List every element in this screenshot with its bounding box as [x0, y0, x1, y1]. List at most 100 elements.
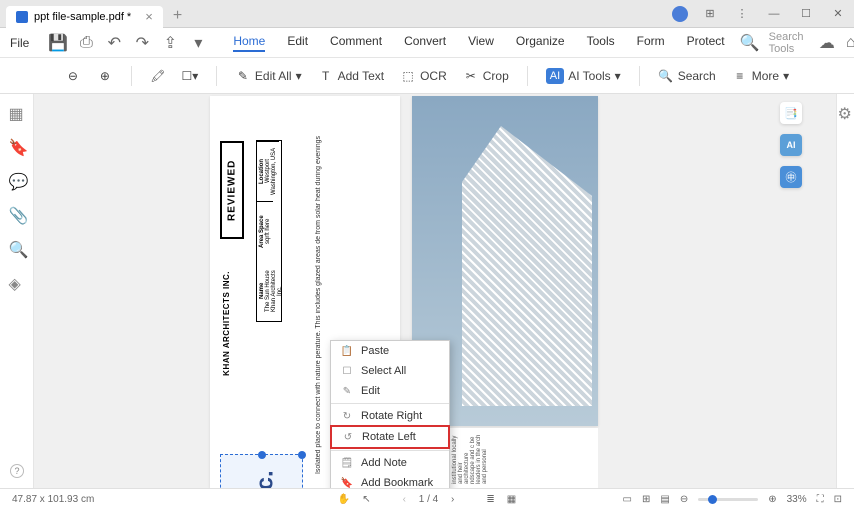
float-ai-button[interactable]: AI [780, 134, 802, 156]
ctx-add-bookmark[interactable]: 🔖Add Bookmark [331, 473, 449, 488]
rotate-handle[interactable] [258, 451, 266, 459]
ctx-edit[interactable]: ✎Edit [331, 381, 449, 401]
shape-button[interactable]: ☐▾ [176, 64, 204, 88]
close-tab-icon[interactable]: × [145, 9, 153, 24]
bookmarks-icon[interactable]: 🔖 [9, 138, 25, 154]
toolbar: ⊖ ⊕ 🖍 ☐▾ ✎Edit All▾ TAdd Text ⬚OCR ✂Crop… [0, 58, 854, 94]
note-icon: 🗒 [341, 457, 353, 469]
fullscreen-icon[interactable]: ⊡ [834, 494, 842, 505]
tab-title: ppt file-sample.pdf * [34, 11, 131, 23]
menu-bar: File 💾 ⎙ ↶ ↷ ⇪ ▾ Home Edit Comment Conve… [0, 28, 854, 58]
attachments-icon[interactable]: 📎 [9, 206, 25, 222]
select-mode-icon[interactable]: ↖ [362, 494, 370, 505]
more-button[interactable]: ≡More▾ [726, 64, 795, 88]
tab-home[interactable]: Home [233, 34, 265, 52]
fit-page-icon[interactable]: ⛶ [817, 494, 824, 505]
zoom-out-button[interactable]: ⊖ [59, 64, 87, 88]
ai-tools-button[interactable]: AIAI Tools▾ [540, 64, 627, 88]
tab-view[interactable]: View [468, 34, 494, 52]
close-window-button[interactable]: ✕ [828, 4, 848, 24]
cursor-mode-icon[interactable]: ✋ [338, 494, 350, 505]
comments-icon[interactable]: 💬 [9, 172, 25, 188]
file-menu[interactable]: File [10, 36, 29, 50]
dropdown-icon[interactable]: ▾ [191, 36, 205, 50]
dimensions-label: 47.87 x 101.93 cm [12, 494, 94, 505]
reviewed-stamp: REVIEWED [220, 141, 244, 239]
menu-dots-icon[interactable]: ⋮ [732, 4, 752, 24]
crop-button[interactable]: ✂Crop [457, 64, 515, 88]
undo-icon[interactable]: ↶ [107, 36, 121, 50]
page-number[interactable]: 1 [419, 494, 425, 505]
context-menu: 📋Paste ☐Select All ✎Edit ↻Rotate Right ↺… [330, 340, 450, 488]
add-text-button[interactable]: TAdd Text [312, 64, 390, 88]
ctx-rotate-right[interactable]: ↻Rotate Right [331, 406, 449, 426]
ctx-paste[interactable]: 📋Paste [331, 341, 449, 361]
search-tools[interactable]: Search Tools [769, 31, 808, 55]
next-page-button[interactable]: › [451, 494, 454, 505]
menu-tabs: Home Edit Comment Convert View Organize … [233, 34, 724, 52]
ctx-add-note[interactable]: 🗒Add Note [331, 453, 449, 473]
redo-icon[interactable]: ↷ [135, 36, 149, 50]
tab-protect[interactable]: Protect [687, 34, 725, 52]
selection-box[interactable]: Khan cts Inc. [220, 454, 303, 488]
settings-icon[interactable]: ⊞ [700, 4, 720, 24]
thumbnails-icon[interactable]: ▦ [9, 104, 25, 120]
search-icon[interactable]: 🔍 [743, 36, 757, 50]
search-sidebar-icon[interactable]: 🔍 [9, 240, 25, 256]
page-layout-icon[interactable]: ▦ [507, 494, 516, 505]
view-mode-3-icon[interactable]: ▤ [660, 494, 669, 505]
save-icon[interactable]: 💾 [51, 36, 65, 50]
rotate-left-icon: ↺ [342, 431, 354, 443]
tab-edit[interactable]: Edit [287, 34, 308, 52]
zoom-out-status[interactable]: ⊖ [680, 494, 688, 505]
resize-handle[interactable] [298, 451, 306, 459]
khan-logo-text: KHAN ARCHITECTS INC. [222, 271, 231, 376]
user-avatar[interactable] [672, 6, 688, 22]
title-bar: ppt file-sample.pdf * × + ⊞ ⋮ — ☐ ✕ [0, 0, 854, 28]
ocr-button[interactable]: ⬚OCR [394, 64, 453, 88]
expand-icon[interactable]: ⌂ [846, 36, 854, 50]
float-copy-button[interactable]: 📑 [780, 102, 802, 124]
ctx-select-all[interactable]: ☐Select All [331, 361, 449, 381]
new-tab-button[interactable]: + [173, 7, 182, 25]
prev-page-button[interactable]: ‹ [403, 494, 406, 505]
edit-icon: ✎ [341, 385, 353, 397]
bookmark-icon: 🔖 [341, 477, 353, 488]
maximize-button[interactable]: ☐ [796, 4, 816, 24]
zoom-in-status[interactable]: ⊕ [768, 494, 776, 505]
info-table: LocationWestport Washington, USA Area Sp… [256, 140, 282, 322]
pdf-icon [16, 11, 28, 23]
right-sidebar: ⚙ [836, 94, 854, 488]
zoom-thumb[interactable] [708, 495, 717, 504]
tab-comment[interactable]: Comment [330, 34, 382, 52]
status-bar: 47.87 x 101.93 cm ✋ ↖ ‹ 1 / 4 › ≣ ▦ ▭ ⊞ … [0, 488, 854, 510]
rotate-right-icon: ↻ [341, 410, 353, 422]
view-mode-2-icon[interactable]: ⊞ [642, 494, 650, 505]
print-icon[interactable]: ⎙ [79, 36, 93, 50]
scroll-mode-icon[interactable]: ≣ [486, 494, 494, 505]
properties-icon[interactable]: ⚙ [838, 104, 854, 120]
tab-tools[interactable]: Tools [587, 34, 615, 52]
cloud-icon[interactable]: ☁ [820, 36, 834, 50]
share-icon[interactable]: ⇪ [163, 36, 177, 50]
zoom-slider[interactable] [698, 498, 758, 501]
edit-all-button[interactable]: ✎Edit All▾ [229, 64, 308, 88]
total-pages: 4 [433, 494, 439, 505]
document-viewport[interactable]: REVIEWED LocationWestport Washington, US… [34, 94, 836, 488]
paste-icon: 📋 [341, 345, 353, 357]
selected-text: Khan cts Inc. [233, 465, 276, 488]
tab-form[interactable]: Form [637, 34, 665, 52]
view-mode-1-icon[interactable]: ▭ [623, 494, 632, 505]
tab-organize[interactable]: Organize [516, 34, 565, 52]
layers-icon[interactable]: ◈ [9, 274, 25, 290]
search-button[interactable]: 🔍Search [652, 64, 722, 88]
highlight-button[interactable]: 🖍 [144, 64, 172, 88]
help-icon[interactable]: ? [10, 464, 24, 478]
float-translate-button[interactable]: ㊥ [780, 166, 802, 188]
ctx-rotate-left[interactable]: ↺Rotate Left [330, 425, 450, 449]
zoom-percent[interactable]: 33% [787, 494, 807, 505]
zoom-in-button[interactable]: ⊕ [91, 64, 119, 88]
document-tab[interactable]: ppt file-sample.pdf * × [6, 6, 163, 28]
tab-convert[interactable]: Convert [404, 34, 446, 52]
minimize-button[interactable]: — [764, 4, 784, 24]
